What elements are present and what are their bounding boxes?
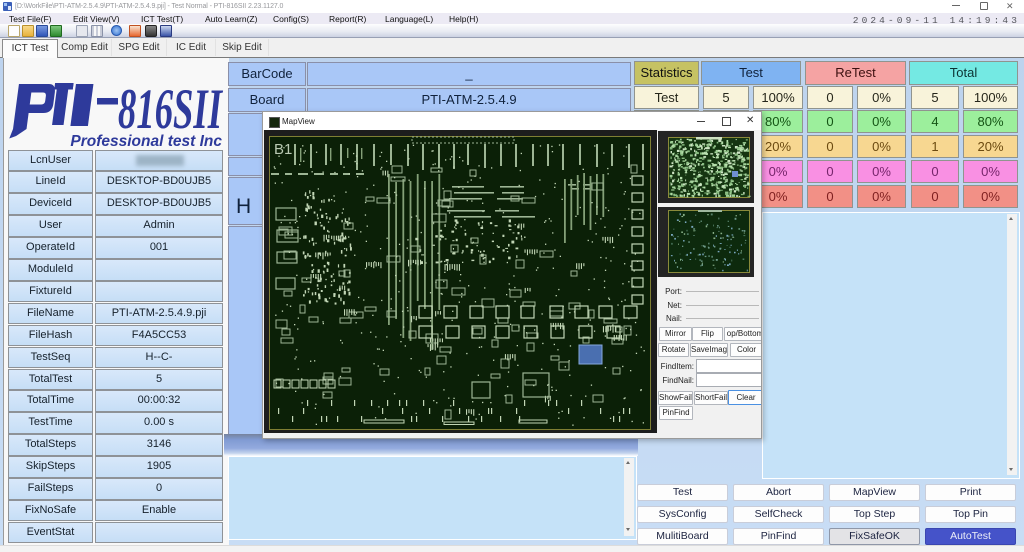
svg-text:Professional test Inc: Professional test Inc bbox=[70, 133, 222, 150]
svg-text:B1: B1 bbox=[274, 141, 292, 158]
svg-text:816SII: 816SII bbox=[118, 78, 223, 141]
